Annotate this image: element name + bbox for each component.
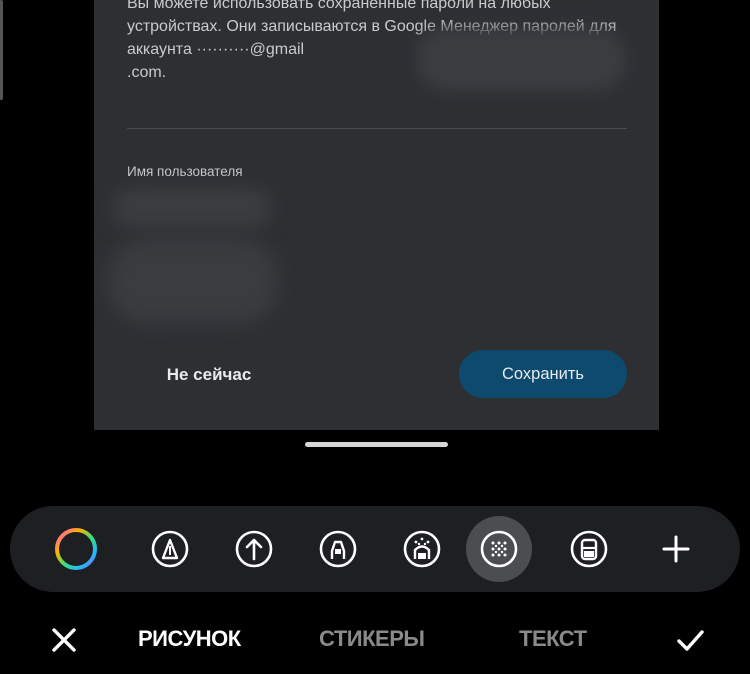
email-domain-suffix: .com. — [127, 64, 167, 81]
dialog-divider — [127, 128, 627, 129]
marker-icon[interactable] — [315, 526, 361, 572]
redacted-email: ··········@gmail — [196, 41, 305, 58]
not-now-button[interactable]: Не сейчас — [154, 352, 264, 398]
email-blur-overlay — [416, 28, 626, 90]
check-icon[interactable] — [670, 620, 710, 660]
spray-icon[interactable] — [399, 526, 445, 572]
close-icon[interactable] — [44, 620, 84, 660]
password-blur-overlay — [108, 238, 278, 324]
eraser-icon[interactable] — [566, 526, 612, 572]
arrow-icon[interactable] — [231, 526, 277, 572]
bottom-navigation: РИСУНОК СТИКЕРЫ ТЕКСТ — [0, 610, 750, 670]
pen-icon[interactable] — [147, 526, 193, 572]
username-label: Имя пользователя — [127, 164, 243, 179]
pixel-brush-icon[interactable] — [466, 516, 532, 582]
add-icon[interactable] — [653, 526, 699, 572]
save-button[interactable]: Сохранить — [459, 350, 627, 398]
tab-text[interactable]: ТЕКСТ — [519, 626, 587, 652]
drawing-toolbar — [10, 506, 740, 592]
username-blur-overlay — [112, 188, 272, 228]
color-picker-icon[interactable] — [53, 526, 99, 572]
home-indicator-bar — [305, 442, 448, 447]
save-password-dialog: Вы можете использовать сохраненные парол… — [94, 0, 659, 430]
screen-edge-indicator — [0, 0, 3, 100]
tab-drawing[interactable]: РИСУНОК — [138, 626, 241, 652]
tab-stickers[interactable]: СТИКЕРЫ — [319, 626, 425, 652]
